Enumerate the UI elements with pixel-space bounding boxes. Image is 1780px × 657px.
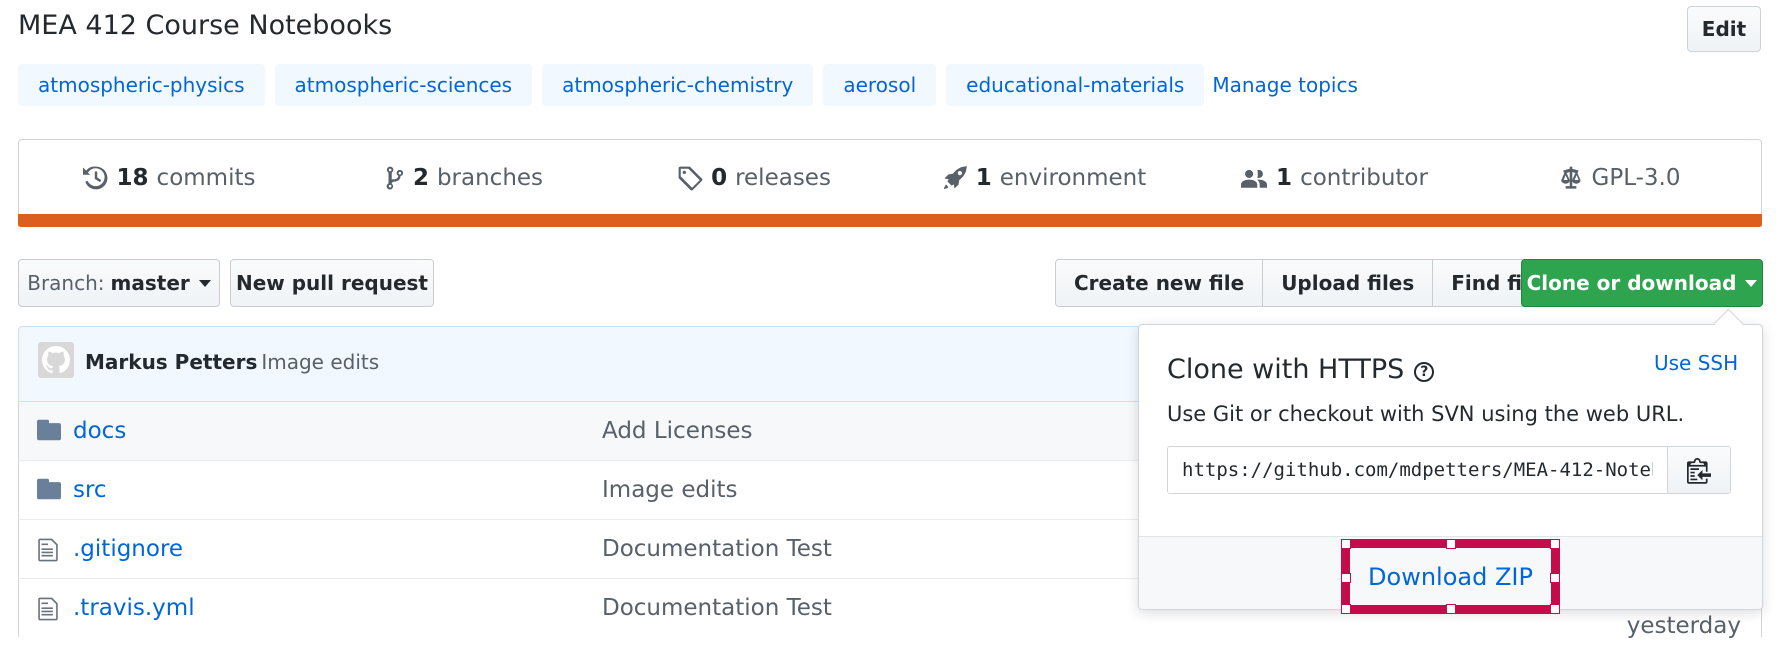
commits-label: commits [156,165,256,191]
selection-handle [1341,604,1351,614]
contributors-link[interactable]: 1 contributor [1189,165,1479,191]
file-name-link[interactable]: .gitignore [73,536,183,562]
tag-icon [678,166,703,191]
topic-tag[interactable]: educational-materials [946,64,1205,106]
branches-count: 2 [412,165,429,191]
branch-name: master [110,271,190,295]
selection-handle [1341,539,1351,549]
question-icon[interactable]: ? [1414,361,1435,382]
contributors-label: contributor [1300,165,1428,191]
branches-link[interactable]: 2 branches [319,165,609,191]
topic-tag[interactable]: aerosol [823,64,937,106]
caret-down-icon [1745,279,1758,287]
file-commit-message[interactable]: Image edits [602,477,737,503]
branches-label: branches [436,165,544,191]
releases-label: releases [735,165,831,191]
selection-handle [1550,573,1560,583]
clone-button-label: Clone or download [1526,271,1737,295]
caret-down-icon [198,279,211,287]
selection-handle [1550,539,1560,549]
topic-tag[interactable]: atmospheric-physics [18,64,265,106]
license-label: GPL-3.0 [1591,165,1681,191]
clone-or-download-button[interactable]: Clone or download [1521,259,1763,307]
file-name-link[interactable]: .travis.yml [73,595,195,621]
selection-handle [1341,573,1351,583]
clone-url-input[interactable] [1168,447,1667,493]
commits-link[interactable]: 18 commits [19,165,319,191]
file-commit-message[interactable]: Documentation Test [602,536,832,562]
people-icon [1241,169,1268,188]
contributors-count: 1 [1276,165,1293,191]
use-ssh-link[interactable]: Use SSH [1654,351,1738,375]
create-new-file-button[interactable]: Create new file [1055,259,1264,307]
download-zip-button[interactable]: Download ZIP [1341,539,1560,614]
history-icon [82,166,107,190]
releases-count: 0 [711,165,728,191]
octocat-icon [42,346,70,374]
commit-message[interactable]: Image edits [261,350,379,374]
releases-link[interactable]: 0 releases [609,165,899,191]
topic-tag[interactable]: atmospheric-sciences [274,64,533,106]
folder-icon [37,478,61,500]
file-age: yesterday [1626,613,1741,639]
clone-url-group [1167,446,1731,494]
file-name-link[interactable]: docs [73,418,126,444]
edit-button[interactable]: Edit [1687,6,1761,52]
clone-title: Clone with HTTPS ? [1167,354,1435,385]
environments-link[interactable]: 1 environment [899,165,1189,191]
file-name-link[interactable]: src [73,477,107,503]
environments-count: 1 [975,165,992,191]
file-commit-message[interactable]: Documentation Test [602,595,832,621]
clipboard-icon [1687,458,1711,484]
license-link[interactable]: GPL-3.0 [1479,165,1759,191]
branch-prefix: Branch: [27,271,105,295]
file-icon [38,597,58,621]
folder-icon [37,419,61,441]
selection-handle [1550,604,1560,614]
selection-handle [1446,539,1456,549]
commits-count: 18 [116,165,149,191]
topics-list: atmospheric-physics atmospheric-sciences… [18,64,1358,106]
copy-to-clipboard-button[interactable] [1667,447,1730,493]
clone-description: Use Git or checkout with SVN using the w… [1167,402,1685,426]
commit-author[interactable]: Markus Petters [85,350,257,374]
page-title: MEA 412 Course Notebooks [18,10,393,41]
rocket-icon [943,166,967,190]
branch-icon [386,166,404,190]
avatar[interactable] [38,342,74,378]
manage-topics-link[interactable]: Manage topics [1212,73,1358,97]
environments-label: environment [999,165,1147,191]
topic-tag[interactable]: atmospheric-chemistry [542,64,814,106]
branch-select-button[interactable]: Branch: master [18,259,220,307]
upload-files-button[interactable]: Upload files [1262,259,1434,307]
language-bar [18,214,1762,227]
file-commit-message[interactable]: Add Licenses [602,418,753,444]
file-actions-group: Create new file Upload files Find file [1055,259,1562,307]
law-icon [1560,166,1581,189]
download-zip-label: Download ZIP [1368,562,1533,591]
clone-title-text: Clone with HTTPS [1167,354,1405,385]
new-pull-request-button[interactable]: New pull request [230,259,434,307]
commit-summary: Markus Petters Image edits [85,350,379,374]
selection-handle [1446,604,1456,614]
file-icon [38,538,58,562]
